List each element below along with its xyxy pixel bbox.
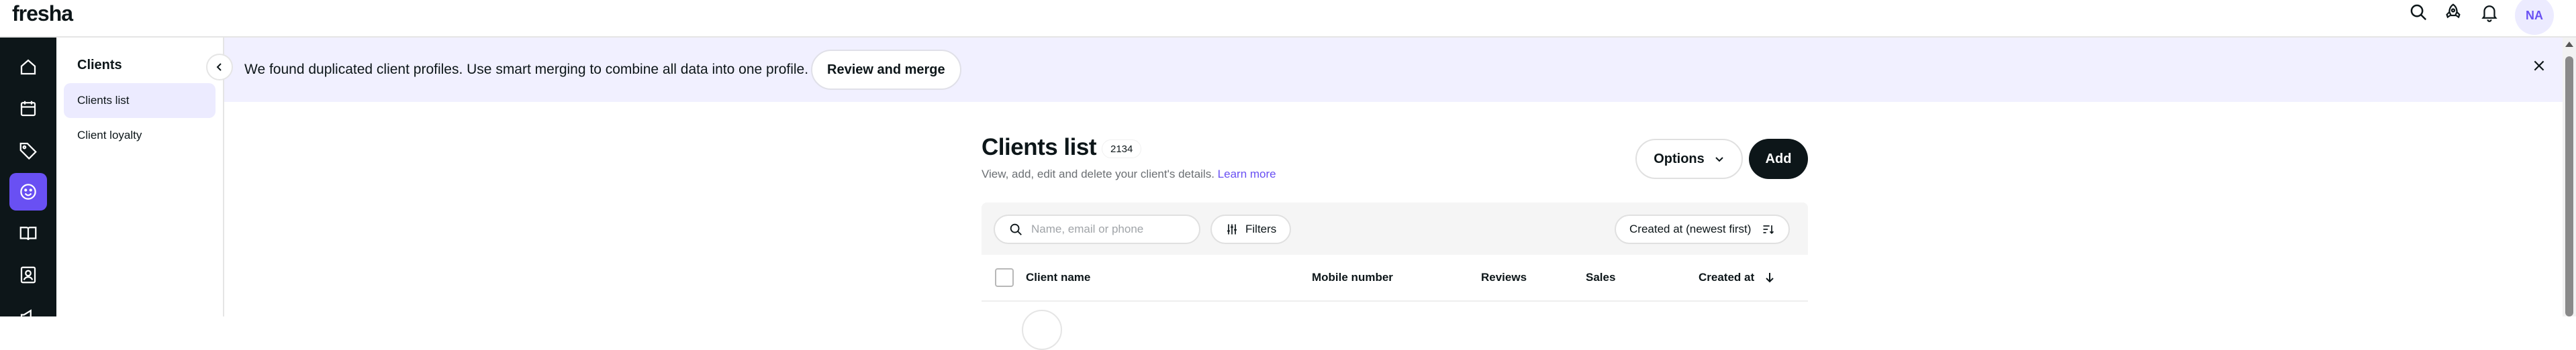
- page-title: Clients list: [982, 134, 1096, 160]
- clients-table-header: Client name Mobile number Reviews Sales …: [982, 255, 1808, 302]
- rocket-icon[interactable]: [2441, 0, 2465, 24]
- tag-icon[interactable]: [9, 131, 47, 169]
- review-and-merge-button[interactable]: Review and merge: [811, 50, 961, 90]
- sort-label: Created at (newest first): [1629, 223, 1752, 235]
- contact-card-icon[interactable]: [9, 256, 47, 294]
- close-icon[interactable]: [2524, 51, 2554, 80]
- chevron-down-icon: [1715, 157, 1723, 162]
- search-icon: [1010, 223, 1022, 235]
- banner-message: We found duplicated client profiles. Use…: [244, 62, 809, 77]
- search-field[interactable]: [994, 215, 1200, 244]
- main-nav-rail: [0, 38, 56, 324]
- book-icon[interactable]: [9, 215, 47, 252]
- clients-subnav: Clients Clients list Client loyalty: [56, 38, 224, 316]
- search-input[interactable]: [1031, 223, 1192, 236]
- sliders-icon: [1227, 224, 1237, 235]
- filters-label: Filters: [1245, 223, 1277, 235]
- bell-icon[interactable]: [2477, 0, 2501, 24]
- page-subtitle: View, add, edit and delete your client's…: [982, 168, 1276, 181]
- duplicate-profiles-banner: We found duplicated client profiles. Use…: [224, 38, 2576, 102]
- sort-button[interactable]: Created at (newest first): [1615, 215, 1791, 244]
- client-count-badge: 2134: [1102, 139, 1142, 158]
- column-header-sales[interactable]: Sales: [1586, 271, 1615, 284]
- learn-more-link[interactable]: Learn more: [1218, 168, 1276, 180]
- subnav-title: Clients: [77, 58, 122, 72]
- created-at-label: Created at: [1699, 271, 1755, 284]
- subnav-item-client-loyalty[interactable]: Client loyalty: [64, 118, 216, 153]
- calendar-icon[interactable]: [9, 90, 47, 127]
- home-icon[interactable]: [9, 48, 47, 86]
- sort-descending-icon: [1763, 225, 1774, 235]
- select-all-checkbox[interactable]: [995, 268, 1014, 287]
- megaphone-icon[interactable]: [9, 298, 47, 335]
- subnav-item-clients-list[interactable]: Clients list: [64, 83, 216, 118]
- add-button[interactable]: Add: [1749, 139, 1808, 179]
- options-label: Options: [1654, 151, 1705, 166]
- search-icon[interactable]: [2406, 0, 2430, 24]
- column-header-mobile-number[interactable]: Mobile number: [1312, 271, 1393, 284]
- filter-bar: Filters Created at (newest first): [982, 202, 1808, 255]
- scroll-up-arrow[interactable]: [2565, 42, 2573, 47]
- arrow-down-icon: [1766, 273, 1774, 283]
- options-button[interactable]: Options: [1635, 139, 1743, 179]
- column-header-created-at[interactable]: Created at: [1699, 271, 1776, 284]
- subtitle-text: View, add, edit and delete your client's…: [982, 168, 1214, 180]
- column-header-reviews[interactable]: Reviews: [1481, 271, 1527, 284]
- top-bar: fresha NA: [0, 0, 2576, 38]
- column-header-client-name[interactable]: Client name: [1026, 271, 1090, 284]
- smiley-icon[interactable]: [9, 173, 47, 211]
- fresha-logo[interactable]: fresha: [12, 1, 73, 26]
- filters-button[interactable]: Filters: [1210, 215, 1292, 244]
- collapse-sidebar-button[interactable]: [206, 54, 233, 80]
- user-avatar[interactable]: NA: [2515, 0, 2554, 35]
- scrollbar-thumb[interactable]: [2565, 56, 2573, 316]
- chevron-left-icon: [216, 63, 222, 71]
- table-row[interactable]: [982, 303, 1808, 350]
- avatar: [1022, 310, 1062, 350]
